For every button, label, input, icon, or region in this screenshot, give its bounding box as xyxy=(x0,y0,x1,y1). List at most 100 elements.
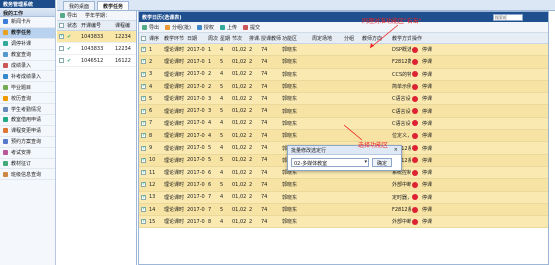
stop-class-link[interactable]: 停课 xyxy=(418,218,440,225)
stop-class-link[interactable]: 停课 xyxy=(418,132,440,139)
sidebar-item[interactable]: 班级信息查询 xyxy=(0,169,55,181)
group-button[interactable]: 分组(批) xyxy=(165,24,191,31)
stop-class-link[interactable]: 停课 xyxy=(418,181,440,188)
row-checkbox[interactable] xyxy=(141,194,146,200)
column-header[interactable]: 教学环节 xyxy=(163,35,186,42)
left-export-button[interactable]: 导出 xyxy=(67,12,77,19)
calendar-row[interactable]: 3理论课时2017-02401,02274郭晓东CCS的特停课 xyxy=(139,68,548,81)
sidebar-item[interactable]: 调停补课 xyxy=(0,39,55,50)
stop-class-link[interactable]: 停课 xyxy=(418,46,440,53)
stop-class-link[interactable]: 停课 xyxy=(418,95,440,102)
column-header[interactable]: 节次 xyxy=(231,35,248,42)
stop-class-link[interactable]: 停课 xyxy=(418,169,440,176)
sidebar-item[interactable]: 教学任务 xyxy=(0,27,55,39)
sidebar-item[interactable]: 预约方案查询 xyxy=(0,137,55,148)
confirm-button[interactable]: 确定 xyxy=(372,158,393,167)
sidebar-item[interactable]: 新闻卡片 xyxy=(0,17,55,28)
stop-class-link[interactable]: 停课 xyxy=(418,71,440,78)
stop-class-link[interactable]: 停课 xyxy=(418,108,440,115)
cell-sec: 01,02 xyxy=(232,120,247,127)
column-header[interactable]: 周定场地 xyxy=(311,35,343,42)
row-checkbox[interactable] xyxy=(59,46,64,51)
header-checkbox[interactable] xyxy=(141,35,146,41)
sidebar-item[interactable]: 课程变更申请 xyxy=(0,126,55,137)
calendar-row[interactable]: 1理论课时2017-01401,02274郭晓东DSP概述，停课 xyxy=(139,44,548,57)
sidebar-item[interactable]: 考试安排 xyxy=(0,148,55,159)
submit-button[interactable]: 提交 xyxy=(242,24,260,31)
calendar-row[interactable]: 2理论课时2017-01501,02274郭晓东F2812数量停课 xyxy=(139,56,548,69)
row-checkbox[interactable] xyxy=(141,169,146,176)
row-checkbox[interactable] xyxy=(59,58,64,63)
export-button[interactable]: 导出 xyxy=(142,24,159,31)
stop-class-link[interactable]: 停课 xyxy=(418,194,440,201)
cell-t: 郭晓东 xyxy=(282,96,298,103)
column-header[interactable]: 日期 xyxy=(186,35,207,42)
row-checkbox[interactable] xyxy=(141,71,146,77)
stop-class-link[interactable]: 停课 xyxy=(418,83,440,90)
tab-desktop[interactable]: 我的桌面 xyxy=(63,1,96,10)
stop-class-link[interactable]: 停课 xyxy=(418,157,440,164)
task-row[interactable]: ✔ 1046512 16122 xyxy=(57,55,136,67)
calendar-row[interactable]: 6 理论课时2017-03 5 01,022 74 郭晓东 C语言设计停课 xyxy=(139,105,548,118)
row-checkbox[interactable] xyxy=(141,108,146,114)
row-checkbox[interactable] xyxy=(59,33,64,39)
authorize-button[interactable]: 授权 xyxy=(196,24,214,31)
cell-stage: 理论课时 xyxy=(164,157,185,164)
calendar-row[interactable]: 8 理论课时2017-04 5 01,022 74 郭晓东 位定义，外停课 xyxy=(139,130,548,143)
sidebar-item[interactable]: 成绩录入 xyxy=(0,61,55,72)
column-header[interactable]: 功能区 xyxy=(281,35,311,42)
search-input[interactable]: 搜索框 xyxy=(493,14,523,21)
sidebar-item[interactable]: 毕业题目 xyxy=(0,82,55,94)
row-checkbox[interactable] xyxy=(141,157,146,163)
row-checkbox[interactable] xyxy=(141,145,146,151)
column-header[interactable]: 分组 xyxy=(343,35,361,42)
calendar-row[interactable]: 13理论课时2017-07401,02274郭晓东定时器，停课 xyxy=(139,191,548,204)
row-checkbox[interactable] xyxy=(141,120,146,126)
column-header[interactable]: 授课教师 xyxy=(260,35,281,42)
column-header[interactable]: 星期 xyxy=(219,35,231,42)
tab-teaching-tasks[interactable]: 教学任务 xyxy=(97,1,130,10)
calendar-row[interactable]: 4理论课时2017-02501,02274郭晓东简单示例停课 xyxy=(139,80,548,94)
calendar-row[interactable]: 7理论课时2017-04401,02274郭晓东C语言设计停课 xyxy=(139,117,548,131)
sidebar-item[interactable]: 学生考勤情况 xyxy=(0,104,55,116)
column-header[interactable]: 操作 xyxy=(411,35,435,42)
sidebar-item[interactable]: 校历查询 xyxy=(0,93,55,105)
stop-class-link[interactable]: 停课 xyxy=(418,145,440,152)
row-checkbox[interactable] xyxy=(141,58,146,65)
calendar-row[interactable]: 5 理论课时2017-03 4 01,022 74 郭晓东 C语言设计停课 xyxy=(139,93,548,106)
stop-class-link[interactable]: 停课 xyxy=(418,58,440,65)
upload-button[interactable]: 上传 xyxy=(219,24,237,31)
sidebar-item[interactable]: 补考成绩录入 xyxy=(0,71,55,83)
row-checkbox[interactable] xyxy=(141,181,146,188)
row-checkbox[interactable] xyxy=(141,83,146,90)
cell-t: 郭晓东 xyxy=(282,207,298,213)
column-header[interactable]: 教学方式 xyxy=(391,35,411,42)
row-checkbox[interactable] xyxy=(141,95,146,102)
select-all-checkbox[interactable] xyxy=(59,23,64,28)
function-area-select[interactable]: 02-多媒体教室 xyxy=(291,158,369,167)
column-header[interactable]: 排课人数 xyxy=(248,35,260,42)
sidebar-item[interactable]: 教室借用申请 xyxy=(0,115,55,126)
check-icon: ✔ xyxy=(67,33,72,40)
row-checkbox[interactable] xyxy=(141,206,146,212)
calendar-row[interactable]: 12 理论课时2017-06 5 01,022 74 郭晓东 外部中断停课 xyxy=(139,179,548,192)
close-icon[interactable]: × xyxy=(394,147,398,153)
calendar-row[interactable]: 15 理论课时2017-08 4 01,022 74 郭晓东 外部中断停课 xyxy=(139,216,548,229)
cell-num: 2 xyxy=(249,181,253,188)
stop-class-link[interactable]: 停课 xyxy=(418,206,440,213)
row-checkbox[interactable] xyxy=(141,132,146,139)
sidebar-item[interactable]: 教材征订 xyxy=(0,159,55,170)
column-header[interactable]: 周次 xyxy=(207,35,219,42)
row-checkbox[interactable] xyxy=(141,46,146,53)
cell-sec: 01,02 xyxy=(232,83,247,90)
calendar-row[interactable]: 14 理论课时2017-07 5 01,022 74 郭晓东 F2812系统 停课 xyxy=(139,203,548,217)
column-header[interactable]: 教师方向 xyxy=(361,35,391,42)
row-checkbox[interactable] xyxy=(141,218,146,225)
task-row[interactable]: ✔ 1043833 12234 xyxy=(57,43,136,55)
sidebar-item[interactable]: 教室查询 xyxy=(0,50,55,61)
task-row[interactable]: ✔ 1043833 12234 xyxy=(57,31,136,43)
stop-class-link[interactable]: 停课 xyxy=(418,120,440,127)
column-header[interactable]: 课序 xyxy=(148,35,163,42)
col-status: 状态 xyxy=(67,23,78,29)
cell-n: 9 xyxy=(149,145,153,152)
